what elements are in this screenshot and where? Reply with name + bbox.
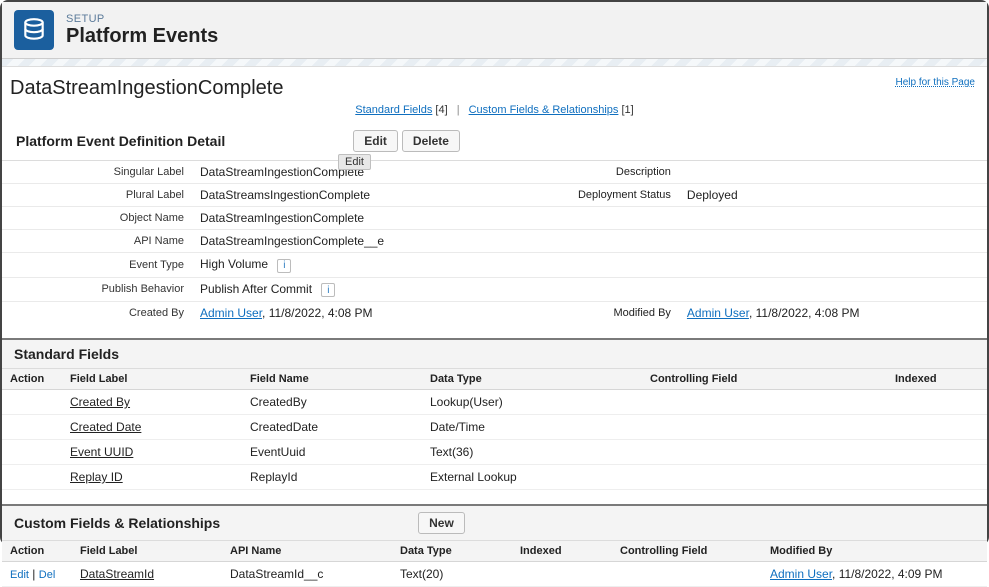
custom-fields-title: Custom Fields & Relationships xyxy=(14,515,220,531)
label-publish-behavior: Publish Behavior xyxy=(2,277,192,302)
nav-custom-fields[interactable]: Custom Fields & Relationships xyxy=(469,104,619,116)
col-controlling: Controlling Field xyxy=(612,541,762,562)
field-label-link[interactable]: Created By xyxy=(70,395,130,409)
field-type: Text(20) xyxy=(392,562,512,587)
header-title: Platform Events xyxy=(66,25,218,48)
help-link[interactable]: Help for this Page xyxy=(896,77,976,88)
standard-fields-table: Action Field Label Field Name Data Type … xyxy=(2,369,987,490)
field-label-link[interactable]: DataStreamId xyxy=(80,567,154,581)
table-row: Created Date CreatedDateDate/Time xyxy=(2,415,987,440)
field-name: EventUuid xyxy=(242,440,422,465)
col-api-name: API Name xyxy=(222,541,392,562)
col-field-label: Field Label xyxy=(62,369,242,390)
value-description xyxy=(679,161,987,184)
col-data-type: Data Type xyxy=(392,541,512,562)
page-title: DataStreamIngestionComplete xyxy=(10,77,283,100)
value-created-by: Admin User, 11/8/2022, 4:08 PM xyxy=(192,302,519,325)
field-name: ReplayId xyxy=(242,465,422,490)
edit-action[interactable]: Edit xyxy=(10,569,29,581)
detail-table: Singular Label DataStreamIngestionComple… xyxy=(2,160,987,324)
info-icon[interactable]: i xyxy=(321,283,335,297)
field-api-name: DataStreamId__c xyxy=(222,562,392,587)
delete-button[interactable]: Delete xyxy=(402,130,460,152)
setup-label: SETUP xyxy=(66,13,218,25)
label-singular: Singular Label xyxy=(2,161,192,184)
platform-events-icon xyxy=(14,10,54,50)
nav-custom-fields-count: [1] xyxy=(621,104,633,116)
field-indexed xyxy=(512,562,612,587)
custom-fields-bar: Custom Fields & Relationships New xyxy=(2,504,987,541)
new-button[interactable]: New xyxy=(418,512,465,534)
modified-by-ts: , 11/8/2022, 4:08 PM xyxy=(749,306,860,320)
nav-links: Standard Fields [4] | Custom Fields & Re… xyxy=(2,104,987,116)
label-object-name: Object Name xyxy=(2,207,192,230)
table-row: Event UUID EventUuidText(36) xyxy=(2,440,987,465)
detail-header: Platform Event Definition Detail Edit De… xyxy=(2,126,987,156)
nav-standard-fields[interactable]: Standard Fields xyxy=(355,104,432,116)
modified-by-user-link[interactable]: Admin User xyxy=(687,306,749,320)
page-head: DataStreamIngestionComplete Help for thi… xyxy=(2,67,987,102)
nav-sep: | xyxy=(457,104,460,116)
edit-button[interactable]: Edit xyxy=(353,130,398,152)
field-label-link[interactable]: Replay ID xyxy=(70,470,123,484)
field-controlling xyxy=(612,562,762,587)
value-api-name: DataStreamIngestionComplete__e xyxy=(192,230,519,253)
table-row: Created By CreatedByLookup(User) xyxy=(2,390,987,415)
value-modified-by: Admin User, 11/8/2022, 4:08 PM xyxy=(679,302,987,325)
table-row: Replay ID ReplayIdExternal Lookup xyxy=(2,465,987,490)
custom-fields-table: Action Field Label API Name Data Type In… xyxy=(2,541,987,587)
label-plural: Plural Label xyxy=(2,184,192,207)
label-api-name: API Name xyxy=(2,230,192,253)
col-action: Action xyxy=(2,541,72,562)
value-plural: DataStreamsIngestionComplete xyxy=(192,184,519,207)
created-by-ts: , 11/8/2022, 4:08 PM xyxy=(262,306,373,320)
value-object-name: DataStreamIngestionComplete xyxy=(192,207,519,230)
nav-standard-fields-count: [4] xyxy=(435,104,447,116)
label-modified-by: Modified By xyxy=(519,302,679,325)
field-name: CreatedBy xyxy=(242,390,422,415)
header-titles: SETUP Platform Events xyxy=(66,13,218,48)
col-indexed: Indexed xyxy=(887,369,987,390)
col-action: Action xyxy=(2,369,62,390)
field-type: Date/Time xyxy=(422,415,642,440)
label-created-by: Created By xyxy=(2,302,192,325)
detail-section-title: Platform Event Definition Detail xyxy=(16,133,225,149)
col-controlling: Controlling Field xyxy=(642,369,887,390)
col-field-name: Field Name xyxy=(242,369,422,390)
col-data-type: Data Type xyxy=(422,369,642,390)
del-action[interactable]: Del xyxy=(39,569,56,581)
field-type: Text(36) xyxy=(422,440,642,465)
value-event-type: High Volume i xyxy=(192,253,519,278)
field-label-link[interactable]: Event UUID xyxy=(70,445,133,459)
modified-by-user-link[interactable]: Admin User xyxy=(770,567,832,581)
label-deployment-status: Deployment Status xyxy=(519,184,679,207)
col-modified-by: Modified By xyxy=(762,541,987,562)
info-icon[interactable]: i xyxy=(277,259,291,273)
col-field-label: Field Label xyxy=(72,541,222,562)
value-deployment-status: Deployed xyxy=(679,184,987,207)
header: SETUP Platform Events xyxy=(2,2,987,59)
field-type: Lookup(User) xyxy=(422,390,642,415)
field-label-link[interactable]: Created Date xyxy=(70,420,141,434)
decorative-stripe xyxy=(2,59,987,67)
created-by-user-link[interactable]: Admin User xyxy=(200,306,262,320)
label-event-type: Event Type xyxy=(2,253,192,278)
standard-fields-title: Standard Fields xyxy=(14,346,119,362)
col-indexed: Indexed xyxy=(512,541,612,562)
label-description: Description xyxy=(519,161,679,184)
field-type: External Lookup xyxy=(422,465,642,490)
edit-tooltip: Edit xyxy=(338,154,371,170)
field-name: CreatedDate xyxy=(242,415,422,440)
field-modified-by: Admin User, 11/8/2022, 4:09 PM xyxy=(762,562,987,587)
standard-fields-bar: Standard Fields xyxy=(2,338,987,369)
table-row: Edit | DelDataStreamIdDataStreamId__cTex… xyxy=(2,562,987,587)
value-publish-behavior: Publish After Commit i xyxy=(192,277,519,302)
